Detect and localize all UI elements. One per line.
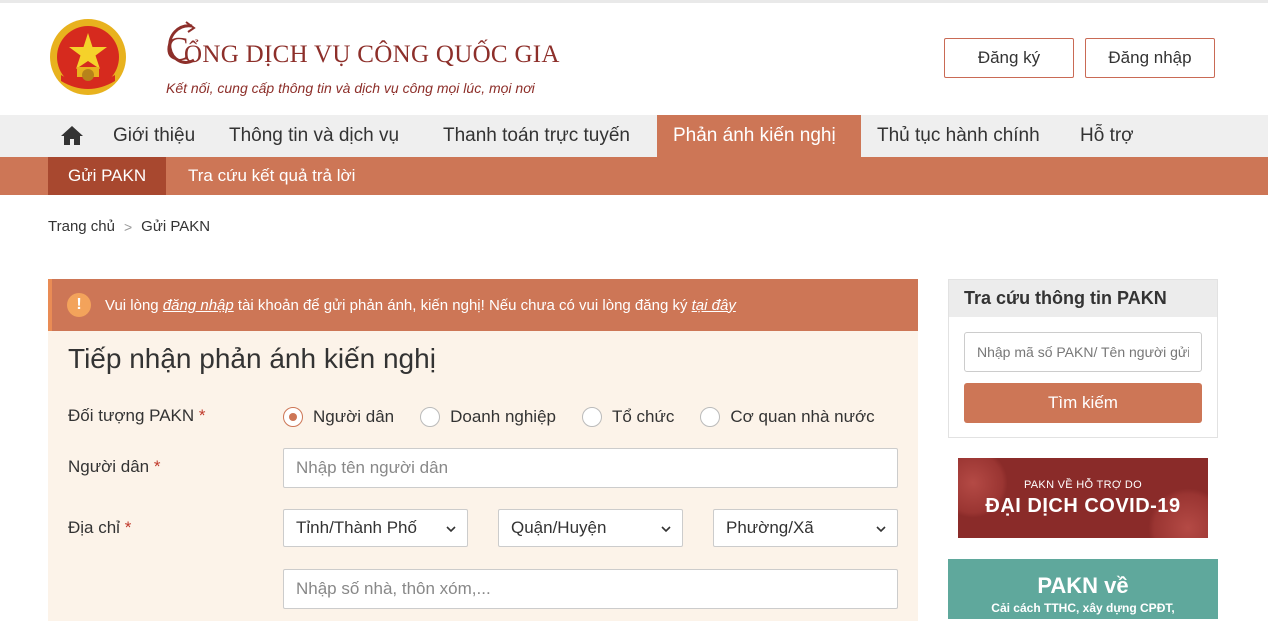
covid-banner-small-text: PAKN VỀ HỖ TRỢ DO: [1023, 479, 1143, 491]
alert-login-link[interactable]: đăng nhập: [163, 297, 234, 314]
site-title[interactable]: C ỔNG DỊCH VỤ CÔNG QUỐC GIA: [166, 31, 560, 69]
breadcrumb-separator: >: [123, 218, 133, 235]
covid-banner-big-text: ĐẠI DỊCH COVID-19: [985, 495, 1181, 517]
search-button[interactable]: Tìm kiếm: [964, 383, 1202, 423]
alert-text-before: Vui lòng: [105, 296, 163, 314]
warning-icon: !: [67, 293, 91, 317]
alert-text-middle: tài khoản để gửi phản ánh, kiến nghị! Nế…: [233, 296, 692, 314]
nav-item-gioi-thieu[interactable]: Giới thiệu: [97, 115, 211, 157]
address-label-text: Địa chỉ: [68, 518, 120, 537]
subnav-gui-pakn[interactable]: Gửi PAKN: [48, 157, 167, 195]
radio-to-chuc[interactable]: Tổ chức: [582, 407, 674, 427]
site-title-rest: ỔNG DỊCH VỤ CÔNG QUỐC GIA: [184, 41, 560, 68]
district-select[interactable]: Quận/Huyện: [498, 509, 683, 547]
radio-dot[interactable]: [582, 407, 602, 427]
required-mark: *: [198, 406, 206, 425]
chevron-down-icon: [661, 526, 671, 533]
radio-dot-selected[interactable]: [283, 407, 303, 427]
form-title: Tiếp nhận phản ánh kiến nghị: [68, 343, 436, 374]
name-label: Người dân *: [68, 457, 160, 477]
breadcrumb-current: Gửi PAKN: [141, 218, 211, 235]
login-alert: ! Vui lòng đăng nhập tài khoản để gửi ph…: [48, 279, 918, 331]
address-label: Địa chỉ *: [68, 518, 131, 538]
radio-dot[interactable]: [700, 407, 721, 427]
radio-label: Người dân: [313, 407, 395, 426]
radio-nguoi-dan[interactable]: Người dân: [283, 407, 394, 427]
radio-doanh-nghiep[interactable]: Doanh nghiệp: [420, 407, 556, 427]
site-subtitle: Kết nối, cung cấp thông tin và dịch vụ c…: [166, 80, 535, 96]
province-value: Tỉnh/Thành Phố: [296, 518, 417, 537]
alert-register-link[interactable]: tại đây: [692, 297, 736, 314]
national-emblem-icon[interactable]: [47, 17, 129, 101]
main-nav: Giới thiệu Thông tin và dịch vụ Thanh to…: [0, 115, 1268, 157]
breadcrumb: Trang chủ > Gửi PAKN: [48, 218, 210, 235]
street-address-input[interactable]: [283, 569, 898, 609]
province-select[interactable]: Tỉnh/Thành Phố: [283, 509, 468, 547]
lookup-input[interactable]: [964, 332, 1202, 372]
site-header: C ỔNG DỊCH VỤ CÔNG QUỐC GIA Kết nối, cun…: [0, 3, 1268, 115]
name-label-text: Người dân: [68, 457, 150, 476]
ward-select[interactable]: Phường/Xã: [713, 509, 898, 547]
nav-item-thong-tin-dich-vu[interactable]: Thông tin và dịch vụ: [213, 115, 415, 157]
subject-label: Đối tượng PAKN *: [68, 406, 206, 426]
subject-label-text: Đối tượng PAKN: [68, 406, 195, 425]
sub-nav: Gửi PAKN Tra cứu kết quả trả lời: [0, 157, 1268, 195]
radio-dot[interactable]: [420, 407, 441, 427]
radio-co-quan-nha-nuoc[interactable]: Cơ quan nhà nước: [700, 407, 875, 427]
lookup-title: Tra cứu thông tin PAKN: [949, 280, 1217, 317]
required-mark: *: [153, 457, 161, 476]
nav-item-thanh-toan[interactable]: Thanh toán trực tuyến: [427, 115, 646, 157]
pakn-reform-banner[interactable]: PAKN về Cải cách TTHC, xây dựng CPĐT,: [948, 559, 1218, 619]
register-button[interactable]: Đăng ký: [944, 38, 1074, 78]
nav-item-ho-tro[interactable]: Hỗ trợ: [1064, 115, 1150, 157]
feedback-form: Tiếp nhận phản ánh kiến nghị Đối tượng P…: [48, 331, 918, 621]
covid-banner[interactable]: PAKN VỀ HỖ TRỢ DO ĐẠI DỊCH COVID-19: [958, 458, 1208, 538]
subject-radio-group: Người dân Doanh nghiệp Tổ chức Cơ quan n…: [283, 405, 901, 429]
pakn-lookup-box: Tra cứu thông tin PAKN Tìm kiếm: [948, 279, 1218, 438]
radio-label: Doanh nghiệp: [450, 407, 556, 426]
home-icon[interactable]: [60, 124, 84, 146]
citizen-name-input[interactable]: [283, 448, 898, 488]
chevron-down-icon: [446, 526, 456, 533]
alert-text: Vui lòng đăng nhập tài khoản để gửi phản…: [105, 297, 736, 314]
radio-label: Tổ chức: [612, 407, 675, 426]
site-title-initial: C: [166, 31, 189, 68]
login-button[interactable]: Đăng nhập: [1085, 38, 1215, 78]
radio-label: Cơ quan nhà nước: [730, 407, 875, 426]
chevron-down-icon: [876, 526, 886, 533]
ward-value: Phường/Xã: [726, 518, 814, 537]
required-mark: *: [124, 518, 132, 537]
pakn-banner-big-text: PAKN về: [1037, 573, 1129, 598]
district-value: Quận/Huyện: [511, 518, 607, 537]
breadcrumb-home[interactable]: Trang chủ: [48, 218, 115, 235]
nav-item-thu-tuc-hanh-chinh[interactable]: Thủ tục hành chính: [861, 115, 1056, 157]
nav-item-phan-anh-kien-nghi[interactable]: Phản ánh kiến nghị: [657, 115, 861, 157]
subnav-tra-cuu-ket-qua[interactable]: Tra cứu kết quả trả lời: [168, 157, 375, 195]
